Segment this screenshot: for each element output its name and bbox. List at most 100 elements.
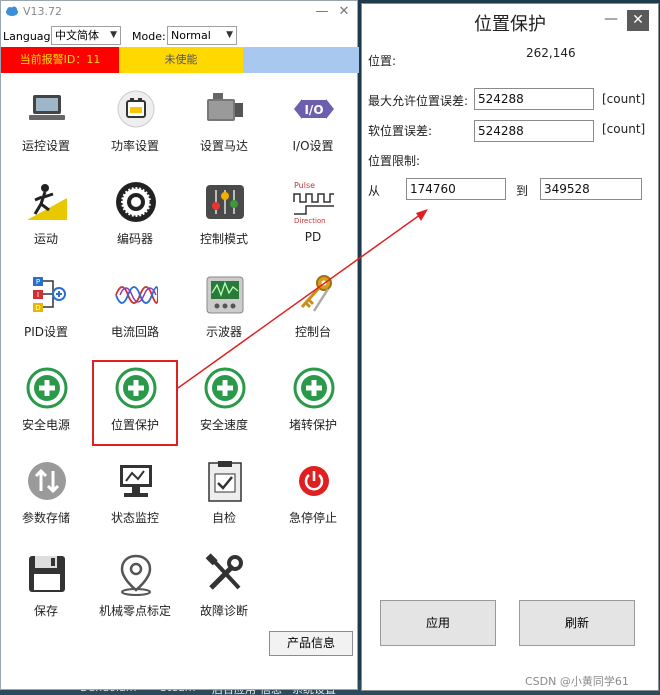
position-protection-dialog: 位置保护 — ✕ 位置: 262,146 最大允许位置误差: 524288 [c… <box>361 3 659 691</box>
chevron-down-icon: ▼ <box>110 30 117 40</box>
tile-label: 急停停止 <box>288 511 337 525</box>
tile-emergency-stop[interactable]: 急停停止 <box>270 453 356 539</box>
safety-cross-icon <box>204 367 246 409</box>
position-value: 262,146 <box>526 46 576 60</box>
tile-label: 故障诊断 <box>199 604 248 618</box>
limit-from-input[interactable]: 174760 <box>406 178 506 200</box>
svg-text:P: P <box>36 278 40 286</box>
from-label: 从 <box>368 184 381 198</box>
control-mode-icon <box>206 185 244 219</box>
tile-label: 机械零点标定 <box>98 604 171 618</box>
mode-value: Normal <box>171 29 211 42</box>
mode-label: Mode: <box>132 30 166 43</box>
tile-pulse-direction[interactable]: Pulse Direction PD <box>270 174 356 260</box>
tile-pid-settings[interactable]: P I D PID设置 <box>3 267 89 353</box>
soft-error-input[interactable]: 524288 <box>474 120 594 142</box>
tile-label: 控制台 <box>294 325 331 339</box>
map-pin-icon <box>120 554 152 596</box>
oscilloscope-icon <box>206 276 244 314</box>
tile-label: 电流回路 <box>110 325 159 339</box>
tile-self-check[interactable]: 自检 <box>181 453 267 539</box>
pid-icon: P I D <box>33 277 66 312</box>
tile-control-mode[interactable]: 控制模式 <box>181 174 267 260</box>
info-status <box>243 47 359 73</box>
tile-label: 堵转保护 <box>288 418 337 432</box>
refresh-button[interactable]: 刷新 <box>519 600 635 646</box>
safety-cross-icon <box>293 367 335 409</box>
tile-save[interactable]: 保存 <box>3 546 89 632</box>
tile-current-loop[interactable]: 电流回路 <box>92 267 178 353</box>
tile-fault-diagnosis[interactable]: 故障诊断 <box>181 546 267 632</box>
tile-label: 参数存储 <box>21 511 70 525</box>
tile-console[interactable]: 控制台 <box>270 267 356 353</box>
tile-label: PID设置 <box>23 325 69 339</box>
tile-safe-power[interactable]: 安全电源 <box>3 360 89 446</box>
watermark: CSDN @小黄同学61 <box>525 675 629 688</box>
tile-power-settings[interactable]: 功率设置 <box>92 81 178 167</box>
tile-motion-settings[interactable]: 运控设置 <box>3 81 89 167</box>
position-limit-label: 位置限制: <box>368 154 421 168</box>
current-loop-icon <box>115 286 158 304</box>
max-error-unit: [count] <box>602 92 646 106</box>
svg-text:I/O: I/O <box>304 103 323 117</box>
tile-status-monitor[interactable]: 状态监控 <box>92 453 178 539</box>
tile-label: I/O设置 <box>292 139 334 153</box>
tile-oscilloscope[interactable]: 示波器 <box>181 267 267 353</box>
safety-cross-icon <box>26 367 68 409</box>
tile-label: PD <box>304 230 322 244</box>
language-select[interactable]: 中文简体 ▼ <box>51 26 121 45</box>
tile-encoder[interactable]: 编码器 <box>92 174 178 260</box>
laptop-icon <box>29 95 65 120</box>
position-label: 位置: <box>368 54 397 68</box>
tile-mechanical-zero[interactable]: 机械零点标定 <box>92 546 178 632</box>
tile-label: 安全速度 <box>199 418 248 432</box>
main-window: V13.72 — ✕ Language: 中文简体 ▼ Mode: Normal… <box>0 0 359 690</box>
power-stop-icon <box>299 466 329 496</box>
tools-icon <box>205 553 243 590</box>
max-error-input[interactable]: 524288 <box>474 88 594 110</box>
tile-io-settings[interactable]: I/O I/O设置 <box>270 81 356 167</box>
minimize-button[interactable]: — <box>311 3 333 21</box>
tile-position-protection[interactable]: 位置保护 <box>92 360 178 446</box>
tile-label: 安全电源 <box>21 418 70 432</box>
checklist-icon <box>208 461 242 502</box>
console-keys-icon <box>300 275 332 312</box>
tile-label: 自检 <box>211 511 236 525</box>
swap-arrows-icon <box>28 462 66 500</box>
title-bar: V13.72 — ✕ <box>1 1 357 23</box>
tile-label: 设置马达 <box>199 139 248 153</box>
io-icon: I/O <box>294 99 334 119</box>
limit-to-input[interactable]: 349528 <box>540 178 642 200</box>
dialog-minimize-button[interactable]: — <box>601 12 621 30</box>
tile-label: 示波器 <box>205 325 242 339</box>
product-info-button[interactable]: 产品信息 <box>269 631 353 656</box>
tile-motion[interactable]: 运动 <box>3 174 89 260</box>
soft-error-unit: [count] <box>602 122 646 136</box>
runner-icon <box>27 184 67 220</box>
soft-error-label: 软位置误差: <box>368 124 433 138</box>
settings-row: Language: 中文简体 ▼ Mode: Normal ▼ <box>1 25 357 47</box>
tile-parameter-storage[interactable]: 参数存储 <box>3 453 89 539</box>
svg-text:Direction: Direction <box>294 217 326 224</box>
safety-cross-icon <box>115 367 157 409</box>
close-button[interactable]: ✕ <box>333 3 355 21</box>
dialog-close-button[interactable]: ✕ <box>627 10 649 31</box>
tile-stall-protection[interactable]: 堵转保护 <box>270 360 356 446</box>
cloud-logo-icon <box>6 6 18 16</box>
battery-icon <box>117 90 155 128</box>
chevron-down-icon: ▼ <box>226 30 233 40</box>
enable-status: 未使能 <box>119 47 243 73</box>
mode-select[interactable]: Normal ▼ <box>167 26 237 45</box>
svg-text:Pulse: Pulse <box>294 181 315 190</box>
pulse-direction-icon: Pulse Direction <box>293 181 334 224</box>
motor-icon <box>207 93 243 121</box>
tile-label: 编码器 <box>116 232 153 246</box>
tile-label: 保存 <box>33 604 58 618</box>
tile-label: 位置保护 <box>110 418 159 432</box>
monitor-icon <box>120 465 152 497</box>
tile-motor-settings[interactable]: 设置马达 <box>181 81 267 167</box>
tile-safe-speed[interactable]: 安全速度 <box>181 360 267 446</box>
tile-label: 控制模式 <box>199 232 248 246</box>
max-error-label: 最大允许位置误差: <box>368 94 469 108</box>
apply-button[interactable]: 应用 <box>380 600 496 646</box>
